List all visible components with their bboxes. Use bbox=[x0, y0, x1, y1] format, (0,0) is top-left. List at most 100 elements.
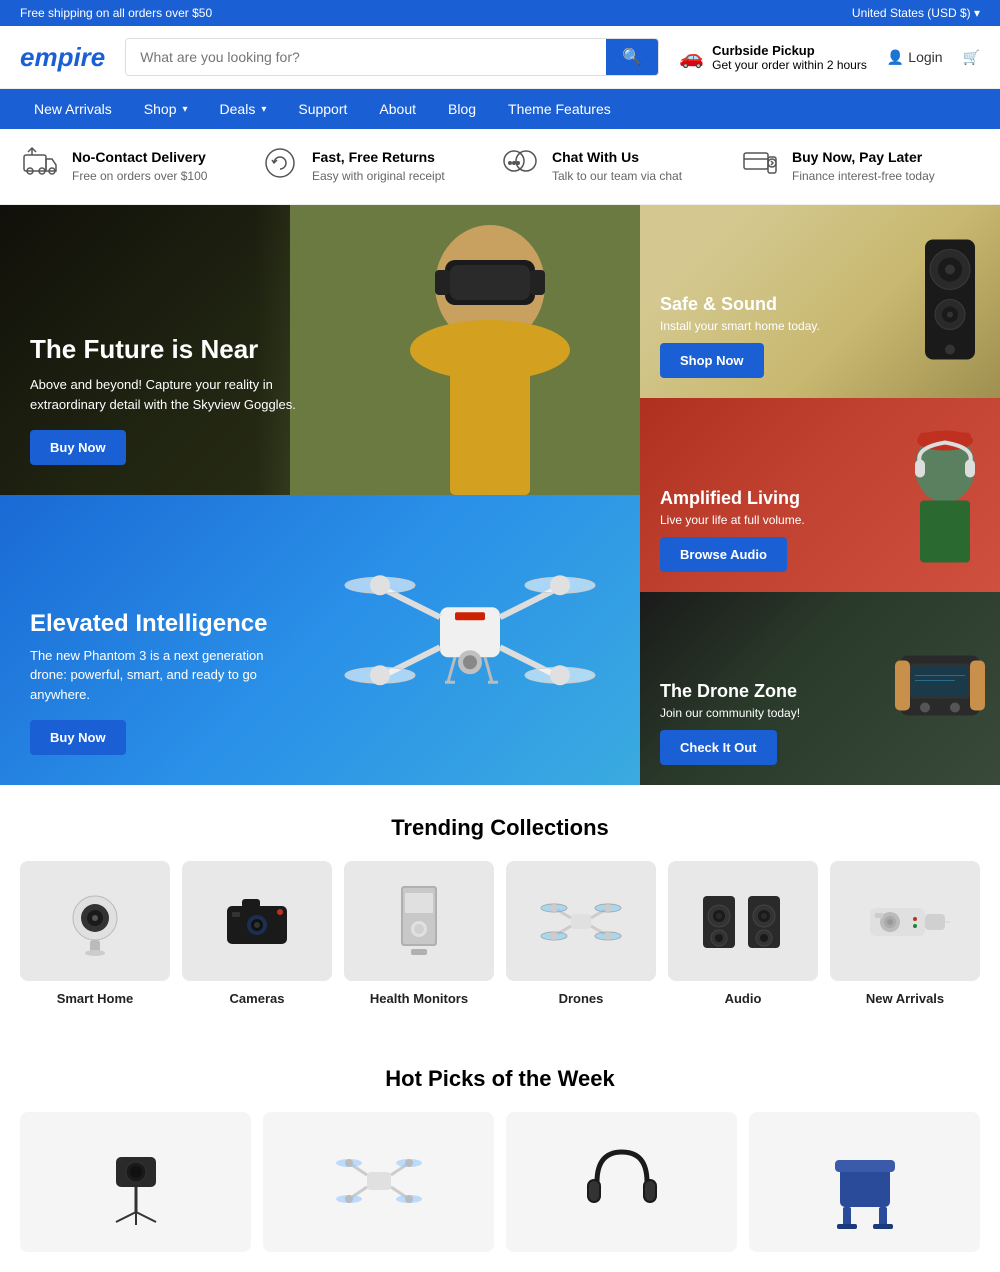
pay-subtitle: Finance interest-free today bbox=[792, 169, 935, 183]
health-image bbox=[344, 861, 494, 981]
promo-safe-sound: Safe & Sound Install your smart home tod… bbox=[640, 205, 1000, 398]
headphones-person-image bbox=[905, 422, 985, 567]
header-right: 🚗 Curbside Pickup Get your order within … bbox=[679, 43, 980, 72]
drone-image bbox=[330, 527, 610, 732]
cameras-label: Cameras bbox=[182, 991, 332, 1006]
smart-home-image bbox=[20, 861, 170, 981]
feature-delivery: No-Contact Delivery Free on orders over … bbox=[20, 145, 260, 188]
chat-title: Chat With Us bbox=[552, 149, 682, 165]
feature-bar: No-Contact Delivery Free on orders over … bbox=[0, 129, 1000, 205]
search-bar: 🔍 bbox=[125, 38, 659, 76]
delivery-title: No-Contact Delivery bbox=[72, 149, 207, 165]
hot-pick-3[interactable] bbox=[506, 1112, 737, 1252]
feature-chat: Chat With Us Talk to our team via chat bbox=[500, 145, 740, 188]
collections-grid: Smart Home Cameras bbox=[0, 861, 1000, 1036]
nav-item-support[interactable]: Support bbox=[284, 89, 361, 129]
speaker-image bbox=[915, 234, 985, 369]
nav-item-new-arrivals[interactable]: New Arrivals bbox=[20, 89, 126, 129]
nav-item-shop[interactable]: Shop ▾ bbox=[130, 89, 202, 129]
hero-drone-subtitle: The new Phantom 3 is a next generation d… bbox=[30, 646, 290, 705]
promo2-title: Amplified Living bbox=[660, 488, 805, 509]
nav-label-deals: Deals bbox=[220, 101, 256, 117]
hot-pick-1[interactable] bbox=[20, 1112, 251, 1252]
chat-text: Chat With Us Talk to our team via chat bbox=[552, 149, 682, 185]
search-button[interactable]: 🔍 bbox=[606, 39, 658, 75]
car-icon: 🚗 bbox=[679, 45, 704, 70]
health-label: Health Monitors bbox=[344, 991, 494, 1006]
cart-button[interactable]: 🛒 bbox=[963, 49, 980, 66]
promo1-subtitle: Install your smart home today. bbox=[660, 319, 820, 333]
trending-title: Trending Collections bbox=[0, 785, 1000, 861]
nav-label-shop: Shop bbox=[144, 101, 177, 117]
region-selector[interactable]: United States (USD $) ▾ bbox=[852, 6, 980, 20]
nav-label-blog: Blog bbox=[448, 101, 476, 117]
new-arrivals-image bbox=[830, 861, 980, 981]
hot-pick-2[interactable] bbox=[263, 1112, 494, 1252]
promo2-cta[interactable]: Browse Audio bbox=[660, 537, 787, 572]
collection-smart-home[interactable]: Smart Home bbox=[20, 861, 170, 1006]
promo1-cta[interactable]: Shop Now bbox=[660, 343, 764, 378]
promo2-content: Amplified Living Live your life at full … bbox=[660, 488, 805, 572]
feature-returns: Fast, Free Returns Easy with original re… bbox=[260, 145, 500, 188]
cameras-image bbox=[182, 861, 332, 981]
collection-audio[interactable]: Audio bbox=[668, 861, 818, 1006]
hero-drone-content: Elevated Intelligence The new Phantom 3 … bbox=[30, 610, 290, 756]
promo-amplified: Amplified Living Live your life at full … bbox=[640, 398, 1000, 591]
hero-vr-subtitle: Above and beyond! Capture your reality i… bbox=[30, 375, 310, 414]
promo2-subtitle: Live your life at full volume. bbox=[660, 513, 805, 527]
hot-picks-section: Hot Picks of the Week bbox=[0, 1036, 1000, 1272]
promo3-subtitle: Join our community today! bbox=[660, 706, 800, 720]
returns-text: Fast, Free Returns Easy with original re… bbox=[312, 149, 445, 185]
vr-person-image bbox=[290, 205, 640, 495]
login-label: Login bbox=[908, 49, 942, 65]
cart-icon: 🛒 bbox=[963, 49, 980, 66]
hot-pick-4[interactable] bbox=[749, 1112, 980, 1252]
login-button[interactable]: 👤 Login bbox=[887, 49, 943, 66]
nav-item-theme-features[interactable]: Theme Features bbox=[494, 89, 625, 129]
hero-drone-cta[interactable]: Buy Now bbox=[30, 720, 126, 755]
audio-label: Audio bbox=[668, 991, 818, 1006]
pay-text: Buy Now, Pay Later Finance interest-free… bbox=[792, 149, 935, 185]
search-input[interactable] bbox=[126, 39, 606, 75]
hero-vr: The Future is Near Above and beyond! Cap… bbox=[0, 205, 640, 495]
hot-picks-grid bbox=[0, 1112, 1000, 1272]
returns-title: Fast, Free Returns bbox=[312, 149, 445, 165]
chat-icon bbox=[500, 145, 540, 188]
nav-label-theme-features: Theme Features bbox=[508, 101, 611, 117]
collection-cameras[interactable]: Cameras bbox=[182, 861, 332, 1006]
promo1-title: Safe & Sound bbox=[660, 294, 820, 315]
collection-new-arrivals[interactable]: New Arrivals bbox=[830, 861, 980, 1006]
promo3-title: The Drone Zone bbox=[660, 681, 800, 702]
promo3-cta[interactable]: Check It Out bbox=[660, 730, 777, 765]
pay-title: Buy Now, Pay Later bbox=[792, 149, 935, 165]
nav-label-support: Support bbox=[298, 101, 347, 117]
trending-section: Trending Collections Smart Home bbox=[0, 785, 1000, 1036]
hero-vr-content: The Future is Near Above and beyond! Cap… bbox=[30, 334, 310, 465]
free-shipping-text: Free shipping on all orders over $50 bbox=[20, 6, 212, 20]
hero-drone-title: Elevated Intelligence bbox=[30, 610, 290, 638]
audio-image bbox=[668, 861, 818, 981]
delivery-subtitle: Free on orders over $100 bbox=[72, 169, 207, 183]
main-nav: New Arrivals Shop ▾ Deals ▾ Support Abou… bbox=[0, 89, 1000, 129]
smart-home-label: Smart Home bbox=[20, 991, 170, 1006]
new-arrivals-label: New Arrivals bbox=[830, 991, 980, 1006]
nav-item-about[interactable]: About bbox=[365, 89, 430, 129]
nav-item-deals[interactable]: Deals ▾ bbox=[206, 89, 281, 129]
pay-icon bbox=[740, 145, 780, 188]
returns-icon bbox=[260, 145, 300, 188]
collection-health[interactable]: Health Monitors bbox=[344, 861, 494, 1006]
collection-drones[interactable]: Drones bbox=[506, 861, 656, 1006]
top-bar: Free shipping on all orders over $50 Uni… bbox=[0, 0, 1000, 26]
logo[interactable]: empire bbox=[20, 42, 105, 73]
person-icon: 👤 bbox=[887, 49, 904, 66]
hero-grid: The Future is Near Above and beyond! Cap… bbox=[0, 205, 1000, 785]
delivery-icon bbox=[20, 145, 60, 188]
header: empire 🔍 🚗 Curbside Pickup Get your orde… bbox=[0, 26, 1000, 89]
chat-subtitle: Talk to our team via chat bbox=[552, 169, 682, 183]
nav-item-blog[interactable]: Blog bbox=[434, 89, 490, 129]
hero-vr-cta[interactable]: Buy Now bbox=[30, 430, 126, 465]
chevron-down-icon: ▾ bbox=[183, 104, 188, 115]
drone-controller-image bbox=[890, 626, 990, 751]
nav-label-new-arrivals: New Arrivals bbox=[34, 101, 112, 117]
promo-drone-zone: The Drone Zone Join our community today!… bbox=[640, 592, 1000, 785]
